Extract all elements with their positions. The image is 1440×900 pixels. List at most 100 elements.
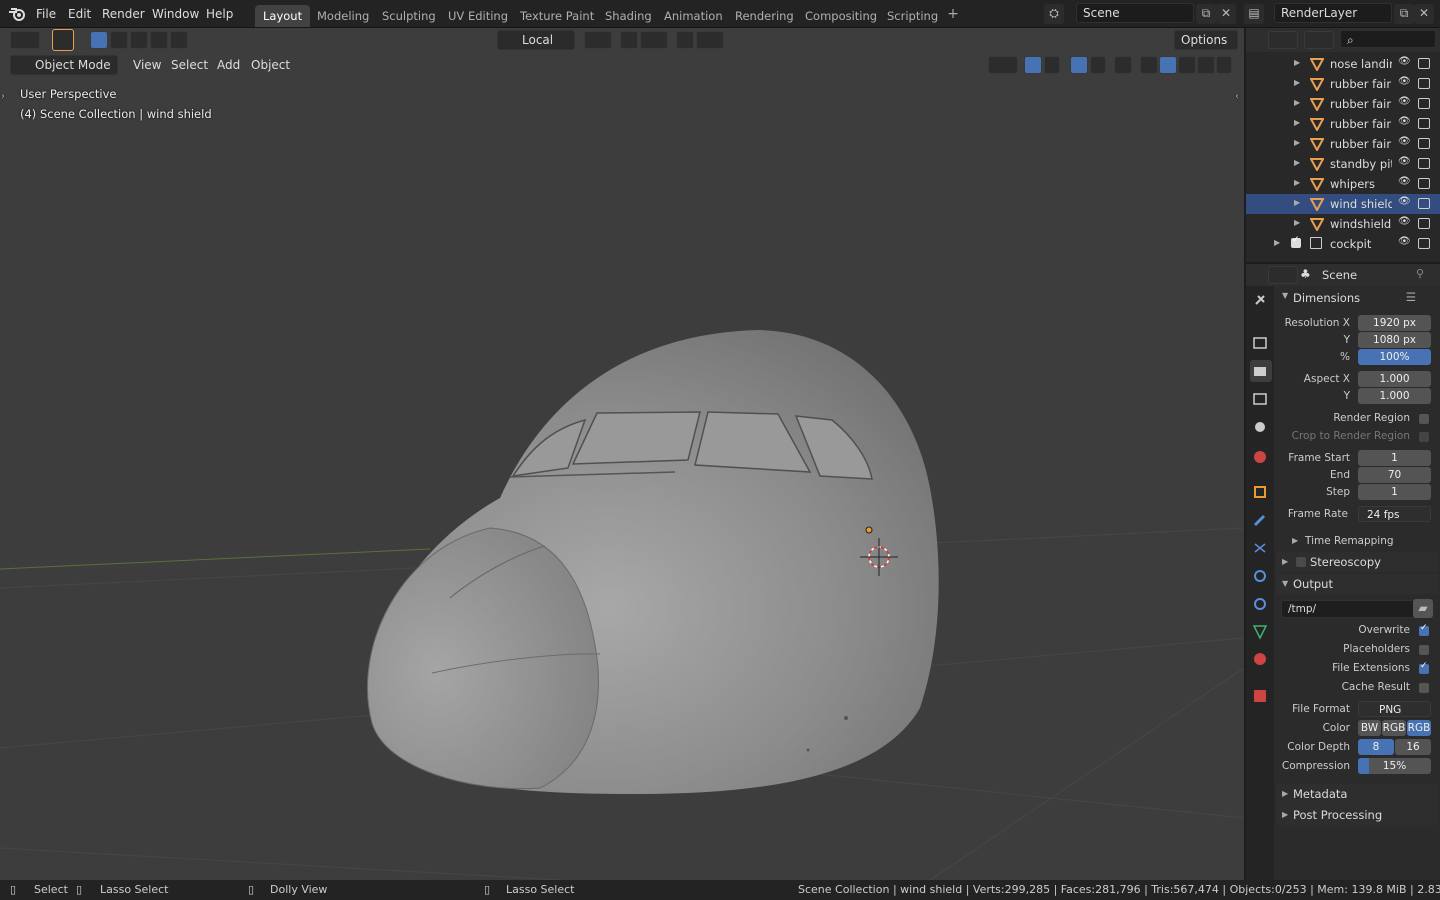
color-rgba-button[interactable]: RGB bbox=[1407, 720, 1431, 736]
menu-file[interactable]: File bbox=[30, 5, 62, 23]
viewport-menu-object[interactable]: Object bbox=[244, 55, 297, 75]
file-format-dropdown[interactable]: PNG bbox=[1358, 701, 1431, 717]
falloff-icon[interactable] bbox=[696, 31, 724, 49]
editor-type-icon[interactable] bbox=[10, 31, 40, 49]
dimensions-panel-header[interactable]: ▼ Dimensions ☰ bbox=[1276, 288, 1438, 308]
tab-uv-editing[interactable]: UV Editing bbox=[440, 5, 516, 27]
frame-start-field[interactable]: 1 bbox=[1358, 450, 1431, 466]
snap-target-icon[interactable] bbox=[640, 31, 668, 49]
frame-step-field[interactable]: 1 bbox=[1358, 484, 1431, 500]
outliner-row[interactable]: ▶ rubber fairin 👁 bbox=[1246, 134, 1440, 154]
expand-arrow-icon[interactable]: ▶ bbox=[1294, 198, 1300, 207]
shading-dropdown-icon[interactable] bbox=[1216, 56, 1232, 74]
expand-arrow-icon[interactable]: ▶ bbox=[1294, 58, 1300, 67]
viewport-menu-add[interactable]: Add bbox=[210, 55, 247, 75]
menu-edit[interactable]: Edit bbox=[62, 5, 97, 23]
visibility-eye-icon[interactable]: 👁 bbox=[1398, 56, 1411, 67]
compression-slider[interactable]: 15% bbox=[1358, 758, 1431, 774]
tab-compositing[interactable]: Compositing bbox=[797, 5, 885, 27]
render-camera-icon[interactable] bbox=[1418, 138, 1430, 149]
view-layer-field[interactable]: RenderLayer bbox=[1274, 3, 1392, 23]
resolution-y-field[interactable]: 1080 px bbox=[1358, 332, 1431, 348]
outliner-row[interactable]: ▶ nose landing 👁 bbox=[1246, 54, 1440, 74]
sidebar-toggle-icon[interactable]: ‹ bbox=[1235, 91, 1239, 102]
gizmo-dropdown-icon[interactable] bbox=[1044, 56, 1060, 74]
new-scene-icon[interactable]: ⧉ bbox=[1196, 4, 1216, 24]
toolbar-toggle-icon[interactable]: › bbox=[1, 91, 5, 102]
outliner-row[interactable]: ▶ rubber fairin 👁 bbox=[1246, 94, 1440, 114]
snap-icon[interactable] bbox=[620, 31, 638, 49]
folder-browse-icon[interactable]: ▰ bbox=[1413, 599, 1433, 618]
scene-selector-icon[interactable]: ⛭ bbox=[1044, 4, 1064, 24]
menu-window[interactable]: Window bbox=[146, 5, 205, 23]
add-workspace-button[interactable]: + bbox=[944, 6, 962, 24]
visibility-eye-icon[interactable]: 👁 bbox=[1398, 216, 1411, 227]
solid-shading-icon[interactable] bbox=[1159, 56, 1177, 74]
viewport-menu-view[interactable]: View bbox=[126, 55, 168, 75]
properties-editor-icon[interactable] bbox=[1268, 266, 1298, 284]
visibility-eye-icon[interactable]: 👁 bbox=[1398, 76, 1411, 87]
render-camera-icon[interactable] bbox=[1418, 158, 1430, 169]
expand-arrow-icon[interactable]: ▶ bbox=[1294, 78, 1300, 87]
wireframe-shading-icon[interactable] bbox=[1140, 56, 1158, 74]
gizmo-toggle-icon[interactable] bbox=[1024, 56, 1042, 74]
delete-view-layer-icon[interactable]: ✕ bbox=[1414, 4, 1434, 24]
outliner-row[interactable]: ▶ standby pitit 👁 bbox=[1246, 154, 1440, 174]
delete-scene-icon[interactable]: ✕ bbox=[1216, 4, 1236, 24]
resolution-x-field[interactable]: 1920 px bbox=[1358, 315, 1431, 331]
pivot-point-icon[interactable] bbox=[584, 31, 612, 49]
render-camera-icon[interactable] bbox=[1418, 98, 1430, 109]
transform-orientation-dropdown[interactable]: Local bbox=[497, 30, 575, 50]
proportional-edit-icon[interactable] bbox=[676, 31, 694, 49]
aircraft-nose-mesh[interactable] bbox=[367, 330, 939, 794]
tab-layout[interactable]: Layout bbox=[255, 5, 311, 27]
visibility-eye-icon[interactable]: 👁 bbox=[1398, 156, 1411, 167]
color-rgb-button[interactable]: RGB bbox=[1382, 720, 1406, 736]
tab-texture-paint[interactable]: Texture Paint bbox=[512, 5, 602, 27]
aspect-y-field[interactable]: 1.000 bbox=[1358, 388, 1431, 404]
viewport-menu-select[interactable]: Select bbox=[164, 55, 215, 75]
render-camera-icon[interactable] bbox=[1418, 118, 1430, 129]
file-extensions-checkbox[interactable] bbox=[1419, 661, 1429, 674]
visibility-eye-icon[interactable]: 👁 bbox=[1398, 196, 1411, 207]
render-camera-icon[interactable] bbox=[1418, 198, 1430, 209]
outliner-row[interactable]: ▶ whipers 👁 bbox=[1246, 174, 1440, 194]
render-camera-icon[interactable] bbox=[1418, 218, 1430, 229]
post-processing-panel-header[interactable]: ▶ Post Processing bbox=[1276, 805, 1438, 825]
select-extend-icon[interactable] bbox=[110, 31, 128, 49]
time-remapping-subpanel[interactable]: Time Remapping bbox=[1305, 535, 1394, 547]
viewport-scene[interactable] bbox=[0, 28, 1244, 880]
expand-arrow-icon[interactable]: ▶ bbox=[1294, 118, 1300, 127]
visibility-eye-icon[interactable]: 👁 bbox=[1398, 176, 1411, 187]
select-tool-icon[interactable] bbox=[52, 29, 74, 51]
xray-icon[interactable] bbox=[1114, 56, 1132, 74]
visibility-eye-icon[interactable]: 👁 bbox=[1398, 136, 1411, 147]
outliner-row[interactable]: ▶ rubber fairin 👁 bbox=[1246, 74, 1440, 94]
overlay-dropdown-icon[interactable] bbox=[1090, 56, 1106, 74]
overwrite-checkbox[interactable] bbox=[1419, 623, 1429, 636]
expand-arrow-icon[interactable]: ▶ bbox=[1274, 238, 1280, 247]
view-layer-icon[interactable]: ▤ bbox=[1244, 4, 1264, 24]
tab-rendering[interactable]: Rendering bbox=[727, 5, 802, 27]
menu-help[interactable]: Help bbox=[200, 5, 239, 23]
select-invert-icon[interactable] bbox=[150, 31, 168, 49]
mode-dropdown[interactable]: Object Mode bbox=[10, 55, 118, 75]
tab-sculpting[interactable]: Sculpting bbox=[374, 5, 444, 27]
material-shading-icon[interactable] bbox=[1178, 56, 1196, 74]
visibility-icon[interactable] bbox=[988, 56, 1018, 74]
expand-arrow-icon[interactable]: ▶ bbox=[1294, 178, 1300, 187]
outliner-row[interactable]: ▶ cockpit 👁 bbox=[1246, 234, 1440, 254]
outliner-editor-icon[interactable] bbox=[1268, 31, 1298, 49]
render-camera-icon[interactable] bbox=[1418, 178, 1430, 189]
select-subtract-icon[interactable] bbox=[130, 31, 148, 49]
blender-logo-icon[interactable] bbox=[8, 6, 26, 22]
crop-region-checkbox[interactable] bbox=[1419, 432, 1429, 442]
outliner-row[interactable]: ▶ windshield c 👁 bbox=[1246, 214, 1440, 234]
output-panel-header[interactable]: ▼ Output bbox=[1276, 574, 1438, 594]
select-new-icon[interactable] bbox=[90, 31, 108, 49]
scene-name-field[interactable]: Scene bbox=[1076, 3, 1194, 23]
menu-render[interactable]: Render bbox=[96, 5, 151, 23]
output-path-input[interactable]: /tmp/ bbox=[1281, 600, 1415, 618]
rendered-shading-icon[interactable] bbox=[1197, 56, 1215, 74]
pin-icon[interactable]: ⚲ bbox=[1416, 267, 1424, 280]
